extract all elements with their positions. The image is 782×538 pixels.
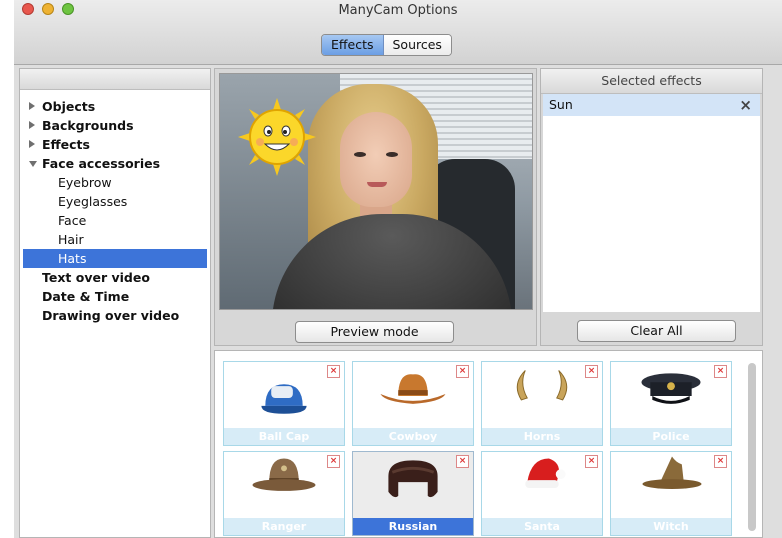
tree-item-label: Backgrounds bbox=[42, 118, 134, 133]
hat-tile-witch[interactable]: × Witch bbox=[610, 451, 732, 536]
tree-item-label: Hair bbox=[58, 232, 84, 247]
remove-hat-icon[interactable]: × bbox=[714, 455, 727, 468]
hat-label: Santa bbox=[482, 518, 602, 535]
tree-item-eyeglasses[interactable]: Eyeglasses bbox=[20, 192, 210, 211]
disclosure-triangle-icon[interactable] bbox=[29, 102, 35, 110]
selected-effects-list: Sun × bbox=[543, 94, 760, 312]
hats-grid: × Ball Cap × Cowboy × Horns × Police × R… bbox=[214, 350, 763, 538]
hat-label: Russian bbox=[353, 518, 473, 535]
preview-panel: Preview mode bbox=[214, 68, 537, 346]
tree-item-label: Date & Time bbox=[42, 289, 130, 304]
person-face bbox=[340, 112, 412, 207]
selected-effect-label: Sun bbox=[549, 97, 573, 112]
webcam-preview bbox=[219, 73, 533, 310]
hat-tile-ball-cap[interactable]: × Ball Cap bbox=[223, 361, 345, 446]
tree-item-date-time[interactable]: Date & Time bbox=[20, 287, 210, 306]
selected-effects-header: Selected effects bbox=[541, 69, 762, 94]
title-bar: ManyCam Options Effects Sources bbox=[14, 0, 782, 65]
police-cap-icon bbox=[641, 373, 701, 404]
remove-hat-icon[interactable]: × bbox=[585, 455, 598, 468]
view-segmented-control: Effects Sources bbox=[321, 34, 452, 56]
tree-list: Objects Backgrounds Effects Face accesso… bbox=[20, 97, 210, 325]
category-tree: Objects Backgrounds Effects Face accesso… bbox=[19, 68, 211, 538]
cowboy-hat-icon bbox=[380, 374, 446, 404]
hat-tile-police[interactable]: × Police bbox=[610, 361, 732, 446]
tree-item-hair[interactable]: Hair bbox=[20, 230, 210, 249]
tree-item-effects[interactable]: Effects bbox=[20, 135, 210, 154]
mouth bbox=[367, 182, 387, 187]
tree-item-label: Face accessories bbox=[42, 156, 161, 171]
selected-effect-row[interactable]: Sun × bbox=[543, 94, 760, 116]
window-title: ManyCam Options bbox=[338, 3, 458, 18]
remove-hat-icon[interactable]: × bbox=[327, 365, 340, 378]
hat-tile-horns[interactable]: × Horns bbox=[481, 361, 603, 446]
tree-item-drawing-over-video[interactable]: Drawing over video bbox=[20, 306, 210, 325]
hats-scrollbar[interactable] bbox=[748, 363, 756, 531]
left-eye bbox=[354, 152, 366, 157]
hat-label: Cowboy bbox=[353, 428, 473, 445]
horns-icon bbox=[516, 370, 568, 401]
tree-item-objects[interactable]: Objects bbox=[20, 97, 210, 116]
right-eye bbox=[386, 152, 398, 157]
hat-label: Horns bbox=[482, 428, 602, 445]
tree-item-label: Text over video bbox=[42, 270, 150, 285]
tree-item-label: Eyebrow bbox=[58, 175, 112, 190]
sun-effect-icon bbox=[238, 98, 316, 176]
hat-label: Witch bbox=[611, 518, 731, 535]
remove-hat-icon[interactable]: × bbox=[456, 455, 469, 468]
preview-mode-button[interactable]: Preview mode bbox=[295, 321, 454, 343]
hat-tile-russian[interactable]: × Russian bbox=[352, 451, 474, 536]
tree-item-label: Objects bbox=[42, 99, 96, 114]
tree-item-label: Eyeglasses bbox=[58, 194, 128, 209]
tree-header bbox=[20, 69, 210, 90]
remove-effect-icon[interactable]: × bbox=[739, 94, 752, 116]
remove-hat-icon[interactable]: × bbox=[327, 455, 340, 468]
tree-item-face-accessories[interactable]: Face accessories bbox=[20, 154, 210, 173]
santa-hat-icon bbox=[525, 458, 566, 488]
remove-hat-icon[interactable]: × bbox=[585, 365, 598, 378]
tree-item-backgrounds[interactable]: Backgrounds bbox=[20, 116, 210, 135]
tree-item-label: Drawing over video bbox=[42, 308, 180, 323]
tab-effects[interactable]: Effects bbox=[322, 35, 384, 55]
disclosure-triangle-expanded-icon[interactable] bbox=[29, 161, 37, 167]
hat-label: Ranger bbox=[224, 518, 344, 535]
manycam-options-window: ManyCam Options Effects Sources Objects … bbox=[14, 0, 782, 538]
tree-item-label: Face bbox=[58, 213, 87, 228]
hat-tile-cowboy[interactable]: × Cowboy bbox=[352, 361, 474, 446]
hat-label: Police bbox=[611, 428, 731, 445]
tree-item-hats[interactable]: Hats bbox=[23, 249, 207, 268]
tree-item-eyebrow[interactable]: Eyebrow bbox=[20, 173, 210, 192]
disclosure-triangle-icon[interactable] bbox=[29, 121, 35, 129]
hat-tile-ranger[interactable]: × Ranger bbox=[223, 451, 345, 536]
witch-hat-icon bbox=[642, 456, 702, 489]
tab-sources[interactable]: Sources bbox=[383, 35, 451, 55]
remove-hat-icon[interactable]: × bbox=[714, 365, 727, 378]
ranger-hat-icon bbox=[252, 458, 316, 491]
tree-item-label: Effects bbox=[42, 137, 90, 152]
clear-all-button[interactable]: Clear All bbox=[577, 320, 736, 342]
tree-item-face[interactable]: Face bbox=[20, 211, 210, 230]
selected-effects-panel: Selected effects Sun × Clear All bbox=[540, 68, 763, 346]
tree-item-label: Hats bbox=[58, 251, 87, 266]
tree-item-text-over-video[interactable]: Text over video bbox=[20, 268, 210, 287]
russian-hat-icon bbox=[388, 460, 438, 498]
remove-hat-icon[interactable]: × bbox=[456, 365, 469, 378]
ball-cap-icon bbox=[261, 384, 307, 414]
hat-tile-santa[interactable]: × Santa bbox=[481, 451, 603, 536]
hat-label: Ball Cap bbox=[224, 428, 344, 445]
disclosure-triangle-icon[interactable] bbox=[29, 140, 35, 148]
